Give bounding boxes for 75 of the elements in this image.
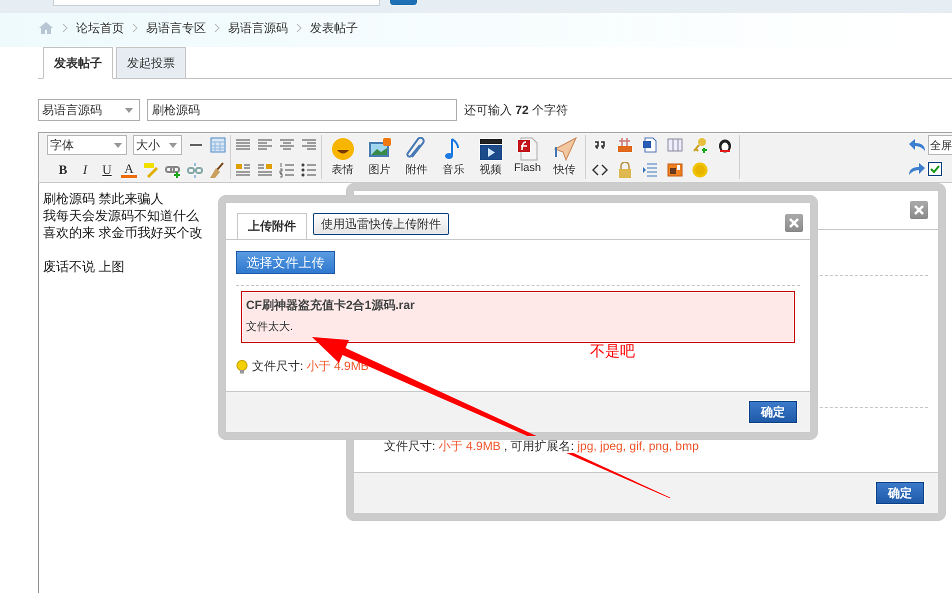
chevron-icon xyxy=(214,23,220,33)
editor-text-line: 我每天会发源码不知道什么 xyxy=(43,207,199,224)
paper-plane-icon xyxy=(552,137,576,161)
align-left-icon[interactable] xyxy=(257,136,273,152)
annotation-text: 不是吧 xyxy=(590,342,635,361)
toolbar-button[interactable]: 快传 xyxy=(548,137,581,179)
align-right-icon[interactable] xyxy=(301,136,317,152)
align-center-icon[interactable] xyxy=(279,136,295,152)
close-button[interactable] xyxy=(910,201,928,219)
error-message: 文件太大. xyxy=(246,320,294,334)
checkbox[interactable] xyxy=(928,162,942,176)
breadcrumb-link[interactable]: 论坛首页 xyxy=(76,20,124,36)
lock-icon[interactable] xyxy=(617,162,633,178)
search-button[interactable] xyxy=(390,0,417,5)
film-icon xyxy=(478,137,502,161)
caret-icon xyxy=(169,142,177,148)
unlink-icon[interactable] xyxy=(187,162,203,178)
editor-text-line: 废话不说 上图 xyxy=(43,258,125,275)
category-select[interactable]: 易语言源码 xyxy=(38,99,140,121)
caret-icon xyxy=(114,142,122,148)
breadcrumb-link[interactable]: 易语言源码 xyxy=(228,20,288,36)
hint-text: 文件尺寸: 小于 4.9MB , 可用扩展名: jpg, jpeg, gif, png, bmp xyxy=(384,438,699,455)
toolbar-button[interactable]: 表情 xyxy=(326,137,359,179)
close-icon xyxy=(914,205,924,215)
toolbar-button[interactable]: 视频 xyxy=(474,137,507,179)
format-button[interactable]: A xyxy=(121,162,137,178)
float-left-icon[interactable] xyxy=(235,162,251,178)
toolbar-button[interactable]: Flash xyxy=(511,137,544,179)
format-button[interactable]: U xyxy=(99,162,115,178)
search-field[interactable] xyxy=(53,0,380,6)
frame-icon[interactable] xyxy=(667,162,683,178)
close-button[interactable] xyxy=(785,214,803,232)
caret-icon xyxy=(125,108,133,112)
confirm-button[interactable]: 确定 xyxy=(876,482,924,504)
fullscreen-button[interactable]: 全屏 xyxy=(928,135,952,155)
chevron-icon xyxy=(62,23,68,33)
code-icon[interactable] xyxy=(592,162,608,178)
chevron-icon xyxy=(296,23,302,33)
broom-icon[interactable] xyxy=(209,162,225,178)
redo-icon[interactable] xyxy=(908,162,926,176)
tab[interactable]: 上传附件 xyxy=(237,213,307,240)
ordered-list-icon[interactable] xyxy=(279,162,295,178)
size-select[interactable]: 大小 xyxy=(133,135,182,155)
toolbar-button[interactable]: 音乐 xyxy=(437,137,470,179)
format-button[interactable]: I xyxy=(77,162,93,178)
title-field[interactable]: 刷枪源码 xyxy=(147,99,457,121)
close-icon xyxy=(789,218,799,228)
toolbar-button[interactable]: 图片 xyxy=(363,137,396,179)
undo-icon[interactable] xyxy=(908,138,926,152)
choose-file-button[interactable]: 选择文件上传 xyxy=(236,251,335,274)
char-count-text: 还可输入 72 个字符 xyxy=(464,102,568,118)
file-name: CF刷神器盗充值卡2合1源码.rar xyxy=(246,297,416,314)
editor-text-line: 喜欢的来 求金币我好买个改 xyxy=(43,224,203,241)
bulb-icon xyxy=(236,360,248,374)
smiley-icon xyxy=(330,137,354,161)
font-select[interactable]: 字体 xyxy=(47,135,127,155)
indent-icon[interactable] xyxy=(642,162,658,178)
breadcrumb-current: 发表帖子 xyxy=(310,20,358,36)
bullet-list-icon[interactable] xyxy=(301,162,317,178)
tab-button[interactable]: 使用迅雷快传上传附件 xyxy=(313,213,449,235)
table-icon[interactable] xyxy=(210,137,226,153)
flash-document-icon xyxy=(516,137,540,161)
tab[interactable]: 发起投票 xyxy=(116,47,186,79)
word-document-icon[interactable] xyxy=(642,136,658,152)
breadcrumb-link[interactable]: 易语言专区 xyxy=(146,20,206,36)
format-button[interactable]: B xyxy=(55,162,71,178)
toolbar-button[interactable]: 附件 xyxy=(400,137,433,179)
chevron-icon xyxy=(132,23,138,33)
align-justify-icon[interactable] xyxy=(235,136,251,152)
tab[interactable]: 发表帖子 xyxy=(43,47,113,79)
confirm-button[interactable]: 确定 xyxy=(749,401,797,423)
key-icon[interactable] xyxy=(692,136,708,152)
columns-icon[interactable] xyxy=(667,136,683,152)
editor-text-line: 刷枪源码 禁此来骗人 xyxy=(43,190,164,207)
float-right-icon[interactable] xyxy=(257,162,273,178)
